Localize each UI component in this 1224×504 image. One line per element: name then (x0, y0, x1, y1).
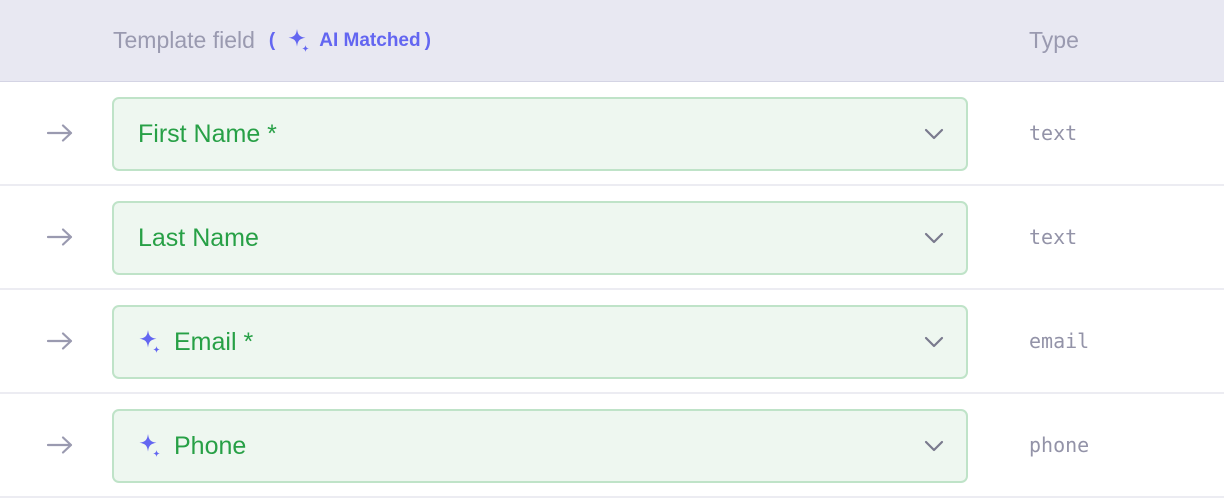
field-type: text (1029, 225, 1078, 249)
chevron-down-icon[interactable] (924, 232, 944, 244)
ai-close-paren: ) (424, 29, 431, 51)
table-header: Template field ( AI Matched ) Type (0, 0, 1224, 82)
ai-matched-badge: ( AI Matched ) (269, 28, 431, 54)
selected-field-value: Last Name (138, 223, 259, 252)
table-row: Last Name text (0, 186, 1224, 290)
sparkle-icon (138, 329, 162, 355)
field-type: email (1029, 329, 1090, 353)
field-type: text (1029, 121, 1078, 145)
arrow-right-icon (46, 227, 74, 247)
table-row: First Name * text (0, 82, 1224, 186)
chevron-down-icon[interactable] (924, 128, 944, 140)
field-type: phone (1029, 433, 1090, 457)
sparkle-icon (138, 433, 162, 459)
type-header: Type (1029, 27, 1079, 53)
selected-field-value: Email * (174, 327, 254, 356)
table-row: Email * email (0, 290, 1224, 394)
template-field-label: Template field (113, 27, 255, 53)
ai-matched-label: AI Matched (319, 29, 421, 51)
arrow-right-icon (46, 331, 74, 351)
template-field-header: Template field ( AI Matched ) (113, 0, 431, 81)
template-field-select[interactable]: Email * (112, 305, 968, 379)
sparkle-icon (287, 28, 311, 54)
template-field-select[interactable]: Last Name (112, 201, 968, 275)
template-field-select[interactable]: First Name * (112, 97, 968, 171)
ai-open-paren: ( (268, 29, 276, 51)
arrow-right-icon (46, 123, 74, 143)
arrow-right-icon (46, 435, 74, 455)
selected-field-value: First Name * (138, 119, 277, 148)
template-field-select[interactable]: Phone (112, 409, 968, 483)
chevron-down-icon[interactable] (924, 336, 944, 348)
table-row: Phone phone (0, 394, 1224, 498)
table-body: First Name * text Last Name text Email * emai… (0, 82, 1224, 498)
selected-field-value: Phone (174, 431, 247, 460)
field-mapping-table: Template field ( AI Matched ) Type First… (0, 0, 1224, 504)
chevron-down-icon[interactable] (924, 440, 944, 452)
